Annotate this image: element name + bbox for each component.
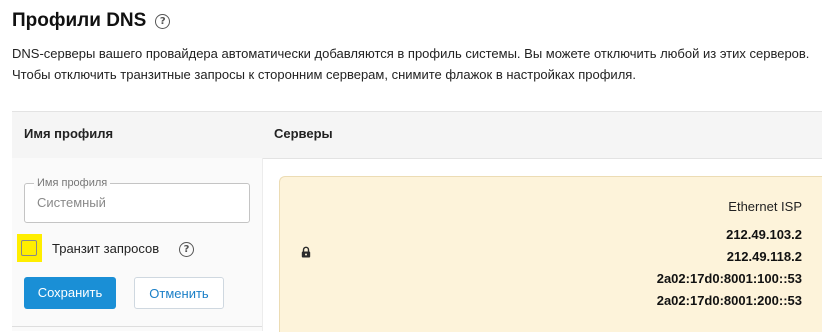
description-line-2: Чтобы отключить транзитные запросы к сто… xyxy=(12,67,636,82)
table-header: Имя профиля Серверы xyxy=(12,111,822,159)
page-description: DNS-серверы вашего провайдера автоматиче… xyxy=(12,43,809,85)
column-header-profile: Имя профиля xyxy=(24,126,114,141)
help-icon[interactable]: ? xyxy=(155,13,171,29)
transit-requests-label[interactable]: Транзит запросов xyxy=(52,241,159,256)
cancel-button[interactable]: Отменить xyxy=(134,277,224,309)
panel-divider xyxy=(12,326,262,327)
lock-icon xyxy=(301,246,311,258)
profile-edit-panel: Имя профиля Системный Транзит запросов ?… xyxy=(12,158,263,331)
profile-name-legend: Имя профиля xyxy=(34,176,111,190)
transit-help-icon[interactable]: ? xyxy=(179,242,194,257)
save-button[interactable]: Сохранить xyxy=(24,277,116,309)
column-header-servers: Серверы xyxy=(274,126,333,141)
profile-name-field[interactable]: Имя профиля Системный xyxy=(24,176,250,223)
server-address: 2a02:17d0:8001:100::53 xyxy=(656,271,802,286)
transit-requests-checkbox[interactable] xyxy=(21,240,37,256)
page-title: Профили DNS xyxy=(12,10,147,31)
server-list: 212.49.103.2 212.49.118.2 2a02:17d0:8001… xyxy=(657,224,802,312)
server-address: 212.49.118.2 xyxy=(726,249,802,264)
servers-card: Ethernet ISP 212.49.103.2 212.49.118.2 2… xyxy=(279,176,822,332)
provider-name: Ethernet ISP xyxy=(728,199,802,214)
server-address: 212.49.103.2 xyxy=(726,227,802,242)
description-line-1: DNS-серверы вашего провайдера автоматиче… xyxy=(12,46,810,61)
server-address: 2a02:17d0:8001:200::53 xyxy=(656,293,802,308)
profile-name-value: Системный xyxy=(37,195,106,210)
page-header: Профили DNS ? xyxy=(12,10,171,32)
